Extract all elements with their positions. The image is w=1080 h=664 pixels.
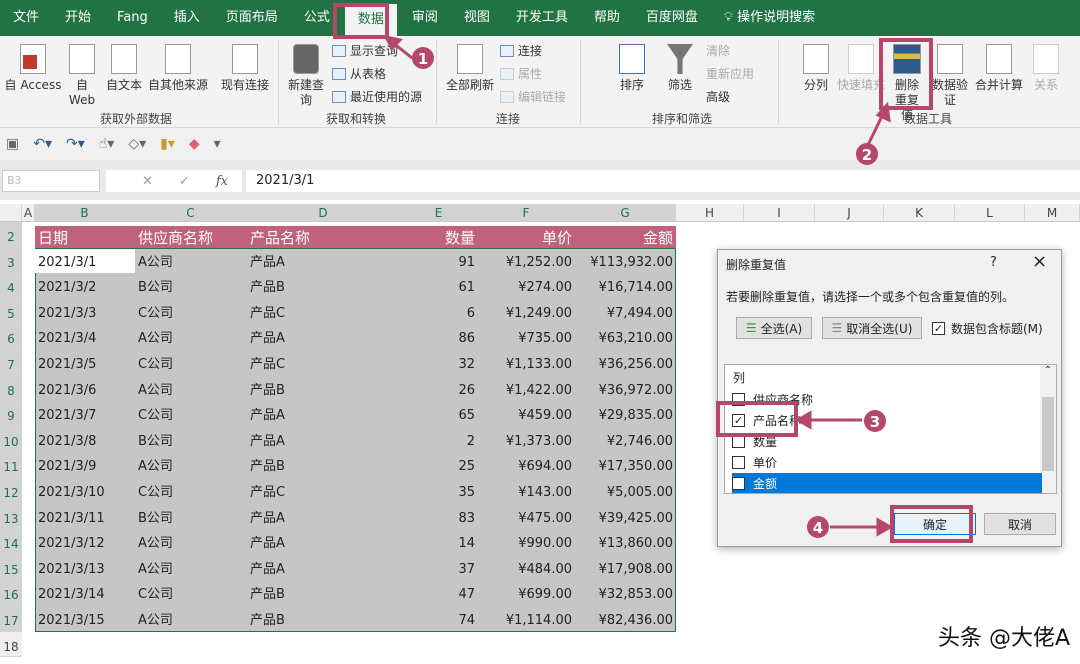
annotation-3: 3 (870, 413, 880, 431)
watermark: 头条 @大佬A (937, 626, 1070, 651)
annotation-numbers (412, 47, 886, 538)
annotation-arrows: 1 2 3 4 (383, 34, 893, 538)
annotation-2: 2 (862, 146, 872, 164)
annotation-4: 4 (813, 519, 823, 537)
annotation-1: 1 (418, 50, 428, 68)
